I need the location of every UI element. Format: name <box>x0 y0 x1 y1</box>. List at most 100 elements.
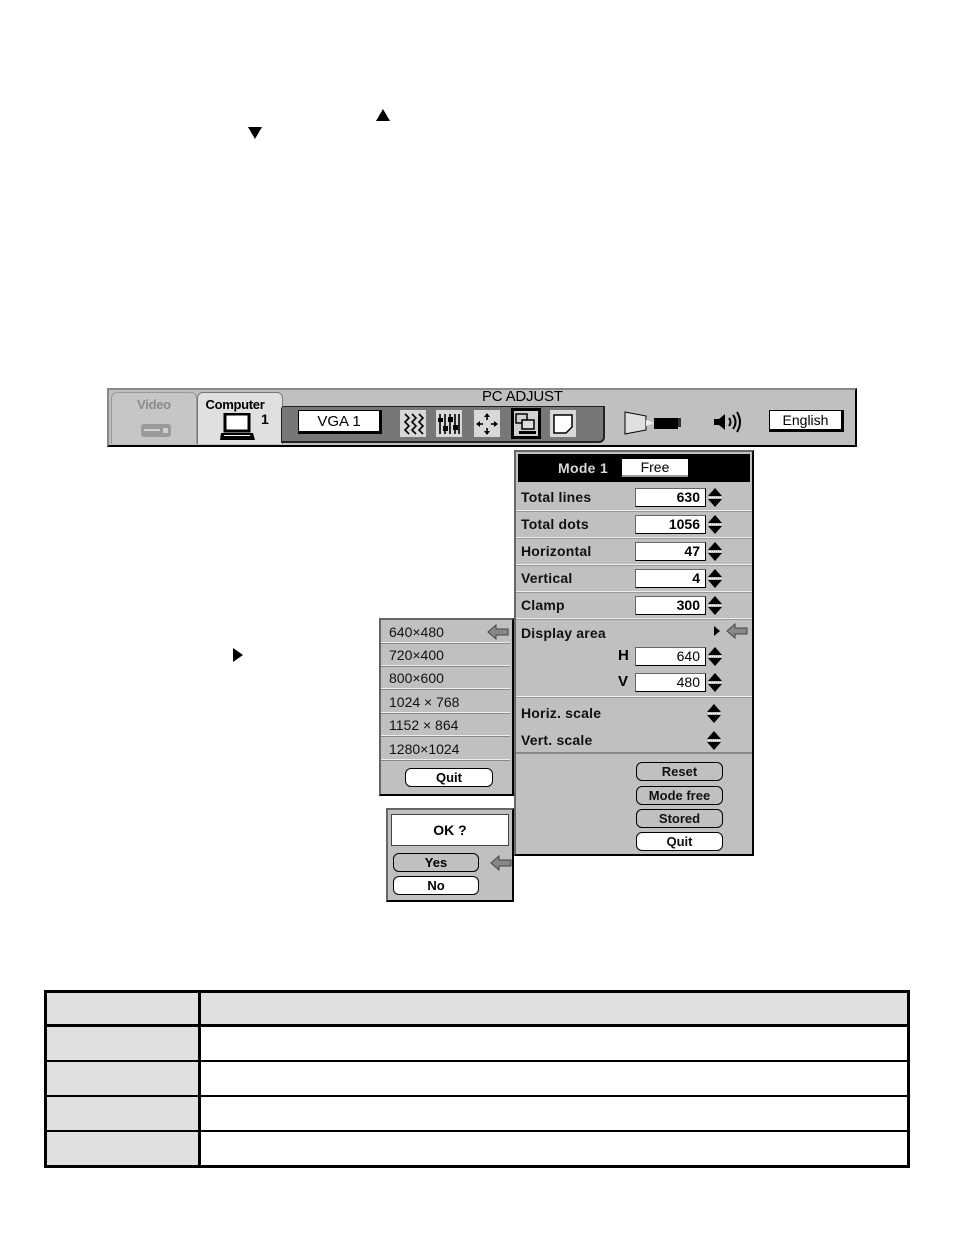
up-triangle-icon <box>376 109 390 121</box>
row-vert-scale[interactable]: Vert. scale <box>516 727 752 754</box>
mode-value[interactable]: Free <box>622 459 688 477</box>
pc-adjust-icon <box>515 412 536 434</box>
resolution-item[interactable]: 1152 × 864 <box>381 713 510 736</box>
resolution-item[interactable]: 720×400 <box>381 643 510 666</box>
clamp-value[interactable]: 300 <box>635 596 706 615</box>
right-triangle-icon <box>233 648 243 662</box>
up-down-arrows-icon[interactable] <box>708 673 722 693</box>
tool-strip: VGA 1 <box>281 406 605 443</box>
up-down-arrows-icon[interactable] <box>708 542 722 562</box>
tool-fine-sync[interactable] <box>400 410 426 437</box>
confirm-dialog: OK ? Yes No <box>386 808 514 902</box>
resolution-item[interactable]: 1280×1024 <box>381 737 510 760</box>
table-cell <box>44 1024 201 1062</box>
up-down-arrows-icon[interactable] <box>708 569 722 589</box>
total-dots-icon <box>438 413 460 434</box>
menu-bar: Video Computer 1 PC ADJUST VGA 1 English <box>107 388 857 447</box>
reset-button[interactable]: Reset <box>636 762 723 781</box>
table-cell <box>198 1130 910 1168</box>
fine-sync-icon <box>403 412 424 435</box>
speaker-icon[interactable] <box>712 411 744 433</box>
row-horiz-scale[interactable]: Horiz. scale <box>516 700 752 727</box>
pointer-arrow-icon <box>726 623 748 639</box>
language-button[interactable]: English <box>769 410 844 432</box>
submenu-pointer-icon <box>714 626 720 636</box>
display-area-label: Display area <box>521 625 606 641</box>
resolution-menu: 640×480 720×400 800×600 1024 × 768 1152 … <box>379 618 514 796</box>
up-down-arrows-icon[interactable] <box>708 488 722 508</box>
screen-projector-icon[interactable] <box>624 410 686 436</box>
row-clamp[interactable]: Clamp 300 <box>516 592 752 619</box>
up-down-arrows-icon[interactable] <box>707 704 721 724</box>
quit-button[interactable]: Quit <box>636 832 723 851</box>
row-total-dots[interactable]: Total dots 1056 <box>516 511 752 538</box>
table-cell <box>198 1059 910 1098</box>
resolution-quit-button[interactable]: Quit <box>405 768 493 787</box>
up-down-arrows-icon[interactable] <box>708 596 722 616</box>
horizontal-value[interactable]: 47 <box>635 542 706 561</box>
row-total-lines[interactable]: Total lines 630 <box>516 484 752 511</box>
h-label: H <box>618 647 629 664</box>
down-triangle-icon <box>248 127 262 139</box>
row-label: Total dots <box>521 516 589 532</box>
row-label: Horizontal <box>521 543 592 559</box>
row-horizontal[interactable]: Horizontal 47 <box>516 538 752 565</box>
image-level-icon <box>553 413 573 434</box>
table-header-row <box>44 990 910 1028</box>
tool-pc-adjust[interactable] <box>511 408 541 439</box>
tab-video-label: Video <box>137 397 171 412</box>
vertical-value[interactable]: 4 <box>635 569 706 588</box>
display-h-value[interactable]: 640 <box>635 647 706 666</box>
table-row <box>44 1024 910 1062</box>
up-down-arrows-icon[interactable] <box>708 515 722 535</box>
vert-scale-label: Vert. scale <box>521 732 593 748</box>
table-cell <box>198 990 910 1028</box>
vcr-icon <box>141 424 171 437</box>
tab-computer[interactable]: Computer 1 <box>197 392 283 444</box>
confirm-title: OK ? <box>391 814 509 846</box>
mode-free-button[interactable]: Mode free <box>636 786 723 805</box>
up-down-arrows-icon[interactable] <box>707 731 721 751</box>
no-button[interactable]: No <box>393 876 479 895</box>
yes-button[interactable]: Yes <box>393 853 479 872</box>
resolution-item[interactable]: 800×600 <box>381 666 510 689</box>
pointer-arrow-icon <box>487 624 509 640</box>
stored-button[interactable]: Stored <box>636 809 723 828</box>
table-row <box>44 1130 910 1168</box>
up-down-arrows-icon[interactable] <box>708 647 722 667</box>
tab-computer-label: Computer <box>205 397 265 412</box>
source-label[interactable]: VGA 1 <box>298 410 382 434</box>
row-label: Clamp <box>521 597 565 613</box>
table-cell <box>44 1059 201 1098</box>
table-cell <box>198 1024 910 1062</box>
table-cell <box>44 1130 201 1168</box>
mode-label: Mode 1 <box>558 460 609 476</box>
row-label: Total lines <box>521 489 592 505</box>
table-cell <box>44 990 201 1028</box>
input-number: 1 <box>261 411 269 427</box>
display-v-value[interactable]: 480 <box>635 673 706 692</box>
table-row <box>44 1059 910 1098</box>
info-table <box>44 990 910 1168</box>
horiz-scale-label: Horiz. scale <box>521 705 602 721</box>
table-cell <box>198 1095 910 1133</box>
row-label: Vertical <box>521 570 573 586</box>
resolution-item[interactable]: 1024 × 768 <box>381 690 510 713</box>
v-label: V <box>618 673 629 690</box>
computer-monitor-icon <box>220 413 255 440</box>
pointer-arrow-icon <box>490 855 512 871</box>
tool-image-level[interactable] <box>550 410 576 437</box>
position-icon <box>476 412 498 435</box>
tool-position[interactable] <box>474 410 500 437</box>
row-display-area[interactable]: Display area H 640 V 480 <box>516 620 752 697</box>
tab-video[interactable]: Video <box>111 392 197 444</box>
pc-adjust-panel: Mode 1 Free Total lines 630 Total dots 1… <box>514 450 754 856</box>
tool-total-dots[interactable] <box>436 410 462 437</box>
total-dots-value[interactable]: 1056 <box>635 515 706 534</box>
total-lines-value[interactable]: 630 <box>635 488 706 507</box>
menu-title: PC ADJUST <box>482 388 563 405</box>
row-vertical[interactable]: Vertical 4 <box>516 565 752 592</box>
table-row <box>44 1095 910 1133</box>
table-cell <box>44 1095 201 1133</box>
mode-header: Mode 1 Free <box>518 454 750 482</box>
